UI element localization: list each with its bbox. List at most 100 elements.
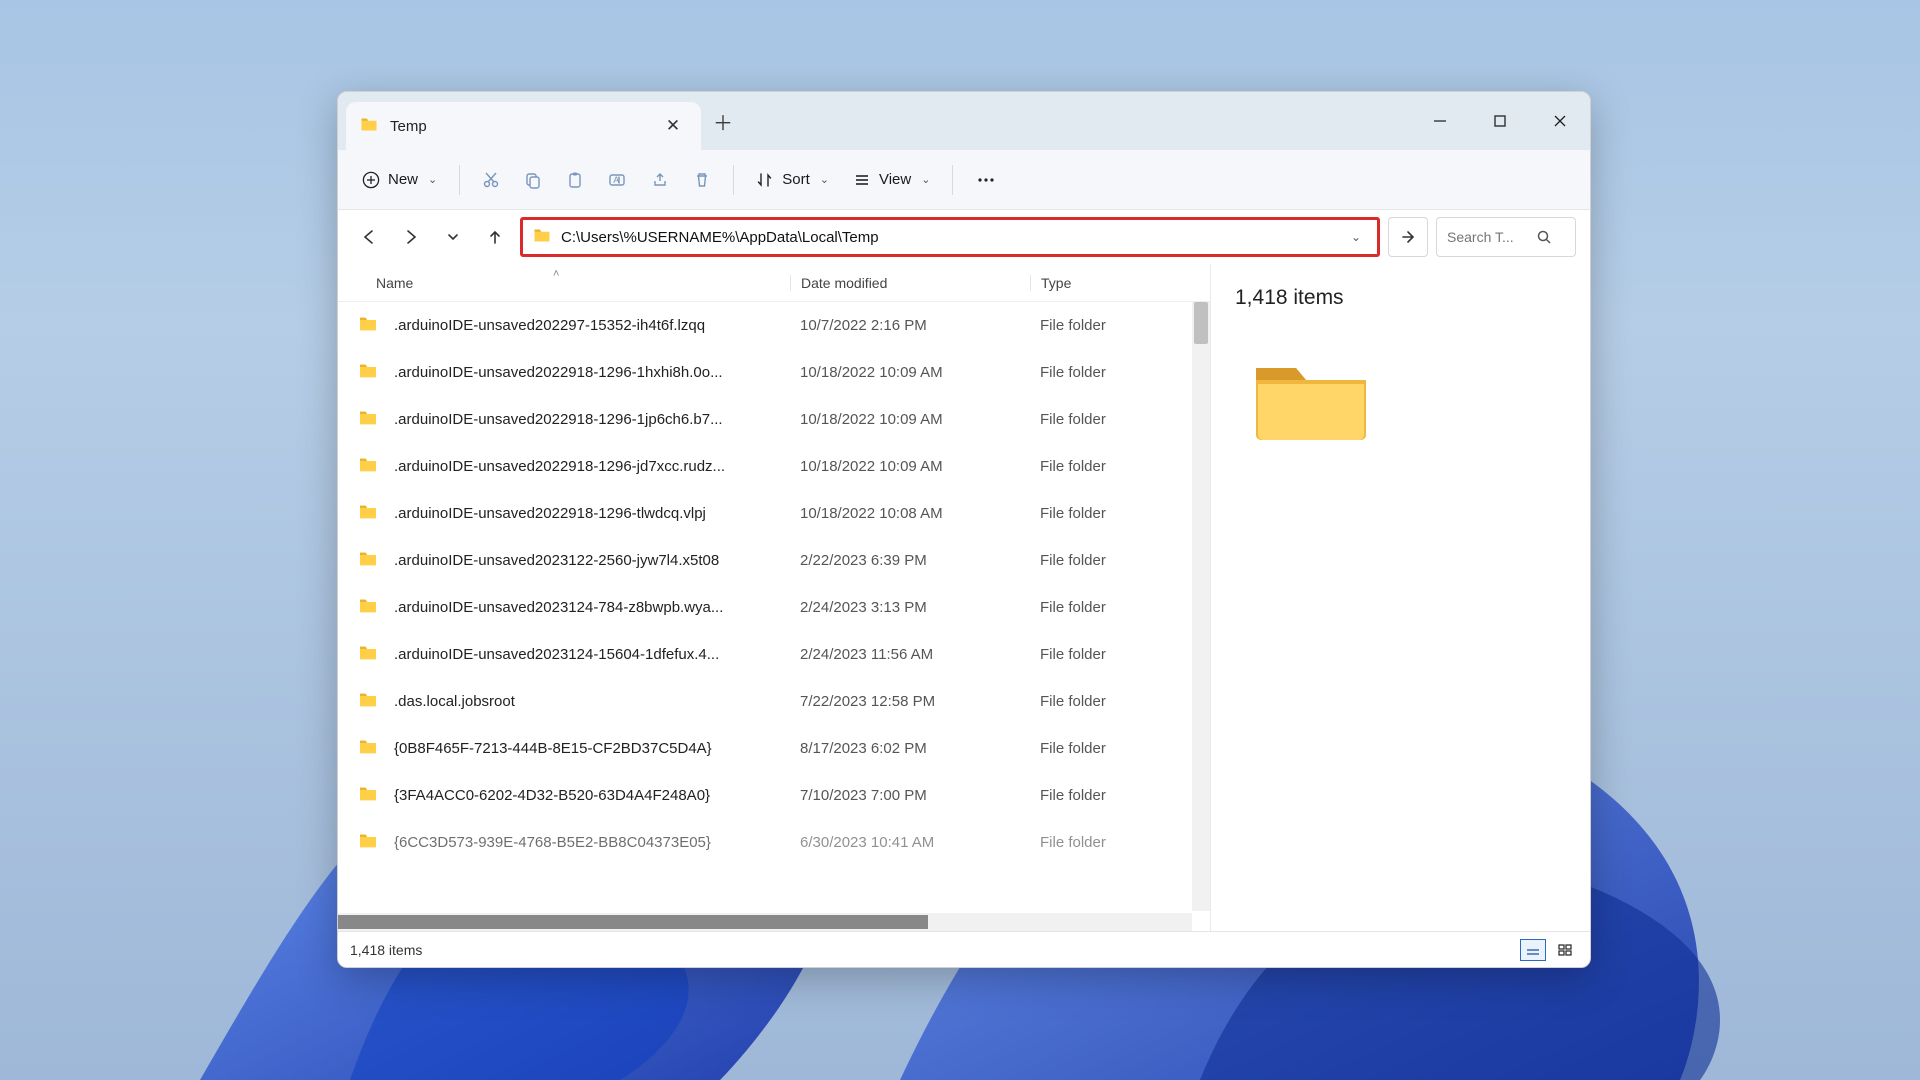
details-view-button[interactable] — [1520, 939, 1546, 961]
file-row[interactable]: .arduinoIDE-unsaved2023124-15604-1dfefux… — [338, 631, 1210, 678]
file-type: File folder — [1028, 693, 1158, 710]
delete-icon — [693, 171, 711, 189]
folder-icon — [358, 645, 388, 664]
horizontal-scrollbar[interactable] — [338, 913, 1192, 931]
file-row[interactable]: {0B8F465F-7213-444B-8E15-CF2BD37C5D4A}8/… — [338, 725, 1210, 772]
folder-icon — [358, 410, 388, 429]
minimize-button[interactable] — [1410, 92, 1470, 150]
search-icon — [1537, 230, 1552, 245]
up-button[interactable] — [478, 220, 512, 254]
address-bar[interactable]: ⌄ — [520, 217, 1380, 257]
recent-button[interactable] — [436, 220, 470, 254]
folder-preview-icon — [1246, 350, 1376, 453]
file-list: .arduinoIDE-unsaved202297-15352-ih4t6f.l… — [338, 302, 1210, 931]
file-type: File folder — [1028, 411, 1158, 428]
sort-icon — [756, 171, 774, 189]
delete-button[interactable] — [683, 160, 721, 200]
back-button[interactable] — [352, 220, 386, 254]
folder-icon — [358, 363, 388, 382]
file-date: 10/7/2022 2:16 PM — [788, 317, 1028, 334]
file-date: 10/18/2022 10:09 AM — [788, 411, 1028, 428]
folder-icon — [358, 786, 388, 805]
toolbar: New ⌄ A Sort ⌄ View ⌄ — [338, 150, 1590, 210]
file-date: 7/10/2023 7:00 PM — [788, 787, 1028, 804]
file-row[interactable]: .arduinoIDE-unsaved202297-15352-ih4t6f.l… — [338, 302, 1210, 349]
content-area: Name ˄ Date modified Type .arduinoIDE-un… — [338, 264, 1590, 931]
folder-icon — [358, 692, 388, 711]
copy-button[interactable] — [514, 160, 552, 200]
file-name: .arduinoIDE-unsaved2022918-1296-1hxhi8h.… — [388, 364, 788, 381]
folder-icon — [360, 117, 378, 135]
file-date: 10/18/2022 10:09 AM — [788, 458, 1028, 475]
address-input[interactable] — [561, 229, 1341, 246]
file-row[interactable]: .arduinoIDE-unsaved2022918-1296-jd7xcc.r… — [338, 443, 1210, 490]
file-type: File folder — [1028, 505, 1158, 522]
rename-button[interactable]: A — [598, 160, 637, 200]
file-row[interactable]: .arduinoIDE-unsaved2022918-1296-tlwdcq.v… — [338, 490, 1210, 537]
file-type: File folder — [1028, 552, 1158, 569]
navigation-row: ⌄ — [338, 210, 1590, 264]
file-name: {6CC3D573-939E-4768-B5E2-BB8C04373E05} — [388, 834, 788, 851]
more-button[interactable] — [965, 160, 1007, 200]
search-box[interactable] — [1436, 217, 1576, 257]
file-type: File folder — [1028, 458, 1158, 475]
address-history-button[interactable]: ⌄ — [1341, 230, 1371, 244]
plus-circle-icon — [362, 171, 380, 189]
paste-button[interactable] — [556, 160, 594, 200]
file-row[interactable]: .arduinoIDE-unsaved2023122-2560-jyw7l4.x… — [338, 537, 1210, 584]
file-name: .arduinoIDE-unsaved2023124-15604-1dfefux… — [388, 646, 788, 663]
share-icon — [651, 171, 669, 189]
horizontal-scroll-thumb[interactable] — [338, 915, 928, 929]
vertical-scroll-thumb[interactable] — [1194, 302, 1208, 344]
new-button[interactable]: New ⌄ — [352, 160, 447, 200]
cut-icon — [482, 171, 500, 189]
file-date: 8/17/2023 6:02 PM — [788, 740, 1028, 757]
new-tab-button[interactable]: ＋ — [701, 92, 745, 150]
forward-button[interactable] — [394, 220, 428, 254]
vertical-scrollbar[interactable] — [1192, 302, 1210, 911]
column-header-date[interactable]: Date modified — [790, 275, 1030, 291]
tab-temp[interactable]: Temp ✕ — [346, 102, 701, 150]
sort-indicator-icon: ˄ — [553, 268, 559, 280]
file-row[interactable]: .arduinoIDE-unsaved2023124-784-z8bwpb.wy… — [338, 584, 1210, 631]
file-row[interactable]: .arduinoIDE-unsaved2022918-1296-1hxhi8h.… — [338, 349, 1210, 396]
file-explorer-window: Temp ✕ ＋ New ⌄ A Sort ⌄ View — [337, 91, 1591, 968]
copy-icon — [524, 171, 542, 189]
file-date: 2/22/2023 6:39 PM — [788, 552, 1028, 569]
folder-icon — [358, 316, 388, 335]
maximize-button[interactable] — [1470, 92, 1530, 150]
title-bar: Temp ✕ ＋ — [338, 92, 1590, 150]
view-button[interactable]: View ⌄ — [843, 160, 940, 200]
folder-icon — [358, 551, 388, 570]
chevron-down-icon: ⌄ — [921, 173, 930, 186]
file-row[interactable]: {3FA4ACC0-6202-4D32-B520-63D4A4F248A0}7/… — [338, 772, 1210, 819]
column-header-name[interactable]: Name ˄ — [358, 275, 790, 291]
cut-button[interactable] — [472, 160, 510, 200]
share-button[interactable] — [641, 160, 679, 200]
view-switcher — [1520, 939, 1578, 961]
close-button[interactable] — [1530, 92, 1590, 150]
file-name: .arduinoIDE-unsaved202297-15352-ih4t6f.l… — [388, 317, 788, 334]
file-row[interactable]: .das.local.jobsroot7/22/2023 12:58 PMFil… — [338, 678, 1210, 725]
file-type: File folder — [1028, 646, 1158, 663]
file-row[interactable]: {6CC3D573-939E-4768-B5E2-BB8C04373E05}6/… — [338, 819, 1210, 866]
file-date: 6/30/2023 10:41 AM — [788, 834, 1028, 851]
sort-button[interactable]: Sort ⌄ — [746, 160, 839, 200]
file-type: File folder — [1028, 317, 1158, 334]
search-input[interactable] — [1447, 229, 1529, 245]
file-type: File folder — [1028, 787, 1158, 804]
tab-title: Temp — [390, 118, 647, 135]
file-row[interactable]: .arduinoIDE-unsaved2022918-1296-1jp6ch6.… — [338, 396, 1210, 443]
folder-icon — [358, 504, 388, 523]
file-name: .das.local.jobsroot — [388, 693, 788, 710]
file-name: .arduinoIDE-unsaved2022918-1296-1jp6ch6.… — [388, 411, 788, 428]
details-item-count: 1,418 items — [1235, 286, 1344, 310]
go-button[interactable] — [1388, 217, 1428, 257]
tab-close-button[interactable]: ✕ — [659, 116, 687, 136]
status-item-count: 1,418 items — [350, 942, 422, 958]
column-header-type[interactable]: Type — [1030, 275, 1160, 291]
folder-icon — [358, 739, 388, 758]
file-type: File folder — [1028, 599, 1158, 616]
file-name: .arduinoIDE-unsaved2022918-1296-jd7xcc.r… — [388, 458, 788, 475]
thumbnails-view-button[interactable] — [1552, 939, 1578, 961]
